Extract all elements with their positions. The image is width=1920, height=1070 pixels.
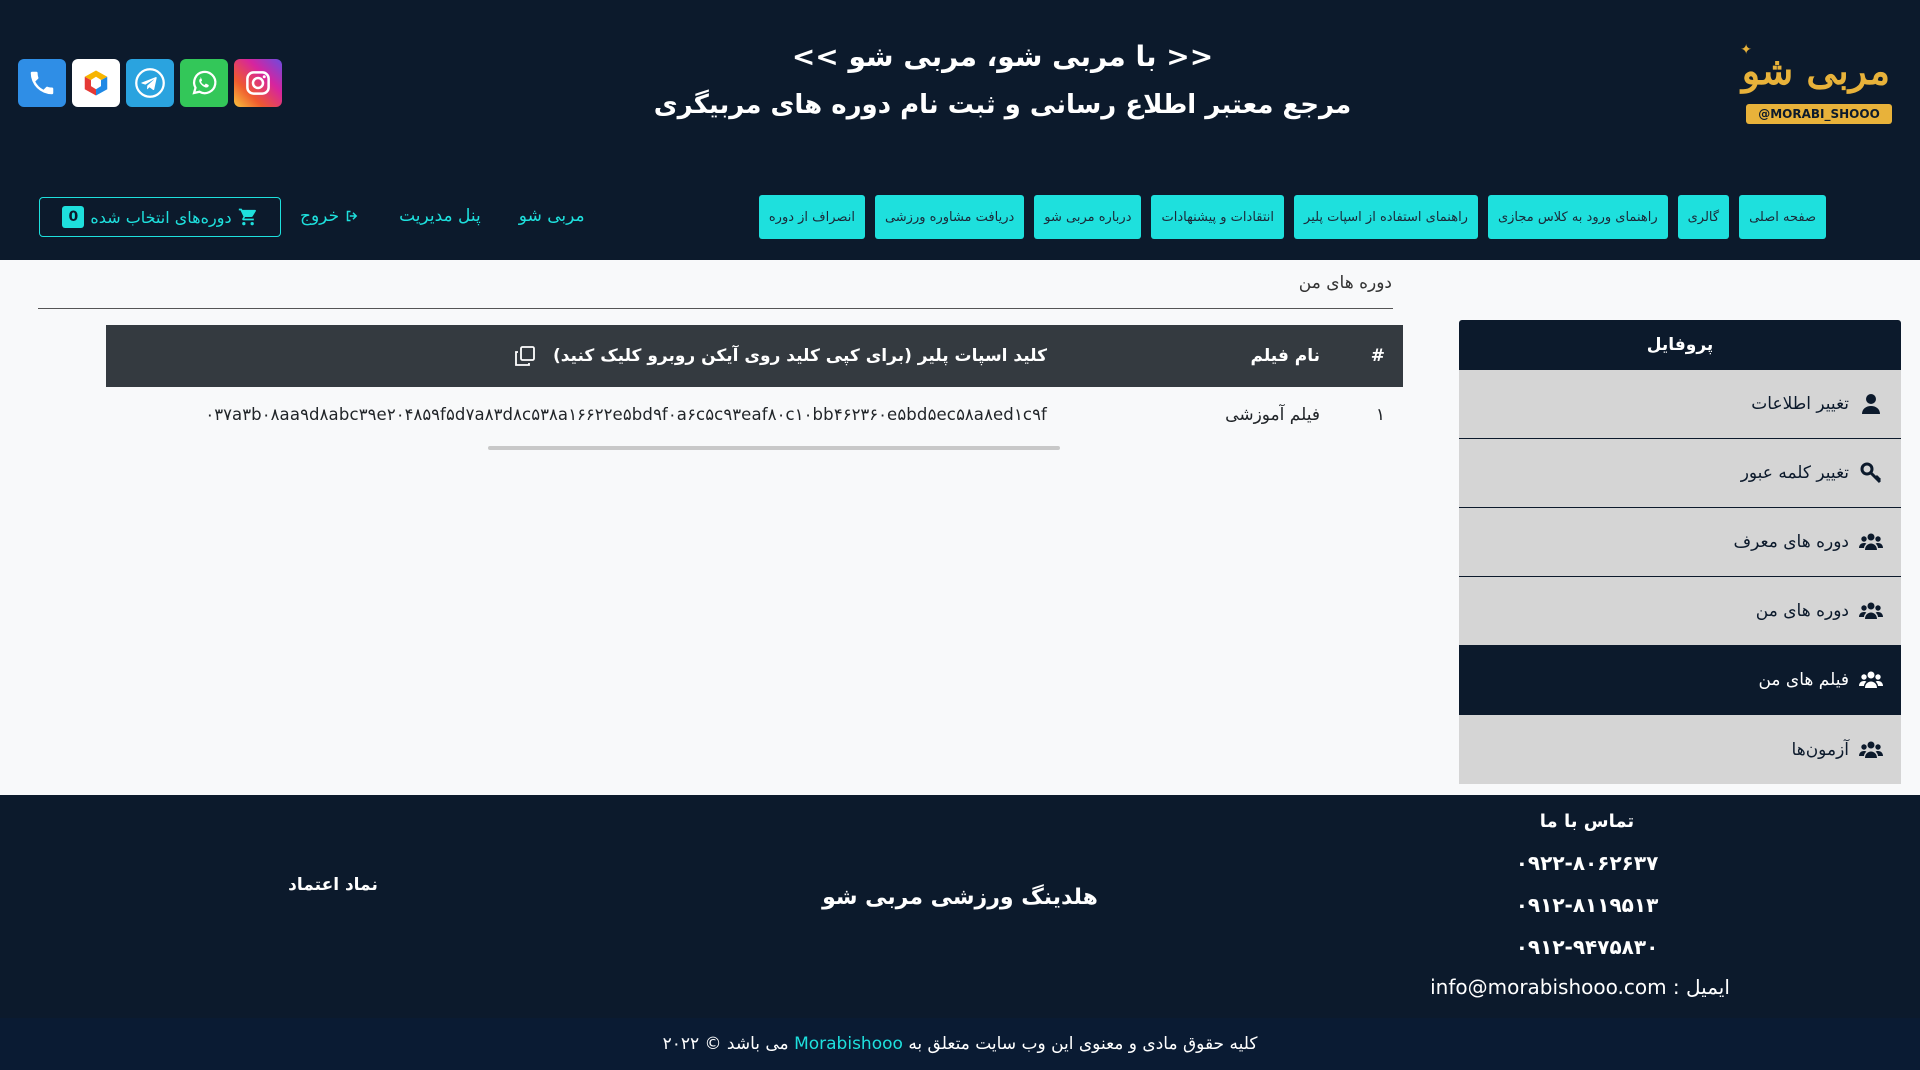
slogan-line-2: مرجع معتبر اطلاع رسانی و ثبت نام دوره ها…: [653, 90, 1352, 120]
table-header: # نام فیلم کلید اسپات پلیر (برای کپی کلی…: [106, 325, 1403, 387]
row-num: ۱: [1375, 405, 1385, 425]
phone-1[interactable]: ۰۹۲۲-۸۰۶۲۶۳۷: [1487, 851, 1687, 875]
row-key[interactable]: ۰۳۷a۳b۰۸aa۹d۸abc۳۹e۲۰۴۸۵۹f۵d۷a۸۳d۸c۵۳۸a۱…: [205, 387, 1047, 443]
logout-icon: [346, 210, 358, 222]
cart-button[interactable]: دوره‌های انتخاب شده 0: [39, 197, 281, 237]
link-logout[interactable]: خروج: [300, 203, 361, 229]
user-icon: [1862, 394, 1880, 414]
header-film-name: نام فیلم: [1250, 346, 1321, 366]
key-icon: [1860, 462, 1882, 484]
breadcrumb: دوره های من: [1298, 273, 1392, 293]
header-num: #: [1370, 346, 1385, 366]
users-icon: [1859, 533, 1883, 550]
sidebar-item-referral-courses[interactable]: دوره های معرف: [1459, 508, 1901, 577]
main-nav: صفحه اصلی گالری راهنمای ورود به کلاس مجا…: [758, 195, 1826, 239]
sidebar-item-edit-info[interactable]: تغییر اطلاعات: [1459, 370, 1901, 439]
users-icon: [1859, 671, 1883, 688]
nav-home[interactable]: صفحه اصلی: [1739, 195, 1826, 239]
sidebar-item-label: آزمون‌ها: [1791, 739, 1849, 760]
sidebar-item-my-videos[interactable]: فیلم های من: [1459, 646, 1901, 715]
whatsapp-icon[interactable]: [180, 59, 228, 107]
link-admin-panel[interactable]: پنل مدیریت: [399, 203, 481, 229]
top-links: مربی شو پنل مدیریت خروج: [300, 203, 585, 229]
phone-icon[interactable]: [18, 59, 66, 107]
row-film-name: فیلم آموزشی: [1225, 405, 1320, 425]
sidebar-item-label: دوره های من: [1755, 601, 1849, 621]
email[interactable]: ایمیل : info@morabishooo.com: [1400, 975, 1760, 999]
copyright-post: می باشد © ۲۰۲۲: [662, 1034, 789, 1054]
social-links: [18, 59, 282, 107]
nav-spotplayer-guide[interactable]: راهنمای استفاده از اسپات پلیر: [1294, 195, 1478, 239]
link-morabi[interactable]: مربی شو: [519, 203, 585, 229]
telegram-icon[interactable]: [126, 59, 174, 107]
site-footer: تماس با ما ۰۹۲۲-۸۰۶۲۶۳۷ ۰۹۱۲-۸۱۱۹۵۱۳ ۰۹۱…: [0, 795, 1920, 1018]
trust-badge[interactable]: نماد اعتماد: [253, 875, 413, 895]
slogan-line-1: << با مربی شو، مربی شو >>: [791, 40, 1214, 73]
copyright-site-link[interactable]: Morabishooo: [794, 1034, 903, 1054]
nav-feedback[interactable]: انتقادات و پیشنهادات: [1151, 195, 1285, 239]
table-scrollbar[interactable]: [488, 446, 1060, 450]
phone-2[interactable]: ۰۹۱۲-۸۱۱۹۵۱۳: [1487, 893, 1687, 917]
nav-cancel-course[interactable]: انصراف از دوره: [758, 195, 865, 239]
users-icon: [1859, 602, 1883, 619]
logout-label: خروج: [300, 206, 340, 226]
phone-3[interactable]: ۰۹۱۲-۹۴۷۵۸۳۰: [1487, 935, 1687, 959]
instagram-icon[interactable]: [234, 59, 282, 107]
contact-title: تماس با ما: [1539, 811, 1635, 832]
header-key: کلید اسپات پلیر (برای کپی کلید روی آیکن …: [513, 325, 1047, 387]
sidebar-title: پروفایل: [1459, 320, 1901, 370]
cart-label: دوره‌های انتخاب شده: [90, 207, 232, 227]
header-key-label: کلید اسپات پلیر (برای کپی کلید روی آیکن …: [552, 346, 1047, 366]
site-header: ✦ مربی شو @MORABI_SHOOO << با مربی شو، م…: [0, 0, 1920, 260]
sidebar-item-my-courses[interactable]: دوره های من: [1459, 577, 1901, 646]
sidebar-item-label: تغییر اطلاعات: [1751, 394, 1849, 414]
cart-count: 0: [62, 206, 85, 228]
copyright-bar: کلیه حقوق مادی و معنوی این وب سایت متعلق…: [0, 1018, 1920, 1070]
nav-about[interactable]: درباره مربی شو: [1034, 195, 1142, 239]
table-row: ۱ فیلم آموزشی ۰۳۷a۳b۰۸aa۹d۸abc۳۹e۲۰۴۸۵۹f…: [106, 387, 1403, 443]
cart-icon: [238, 208, 256, 226]
divider: [38, 308, 1393, 309]
rubika-icon[interactable]: [72, 59, 120, 107]
sidebar-item-label: فیلم های من: [1758, 670, 1849, 690]
sidebar-item-exams[interactable]: آزمون‌ها: [1459, 715, 1901, 784]
sidebar-item-change-password[interactable]: تغییر کلمه عبور: [1459, 439, 1901, 508]
videos-table: # نام فیلم کلید اسپات پلیر (برای کپی کلی…: [106, 325, 1403, 443]
users-icon: [1859, 741, 1883, 758]
nav-virtual-class-guide[interactable]: راهنمای ورود به کلاس مجازی: [1487, 195, 1668, 239]
profile-sidebar: پروفایل تغییر اطلاعات تغییر کلمه عبور دو…: [1459, 320, 1901, 784]
copyright-pre: کلیه حقوق مادی و معنوی این وب سایت متعلق…: [908, 1034, 1258, 1054]
footer-brand: هلدینگ ورزشی مربی شو: [822, 885, 1098, 910]
copy-icon[interactable]: [513, 344, 537, 368]
nav-consulting[interactable]: دریافت مشاوره ورزشی: [874, 195, 1025, 239]
nav-gallery[interactable]: گالری: [1677, 195, 1730, 239]
sidebar-item-label: تغییر کلمه عبور: [1740, 463, 1849, 483]
sidebar-item-label: دوره های معرف: [1733, 532, 1849, 552]
